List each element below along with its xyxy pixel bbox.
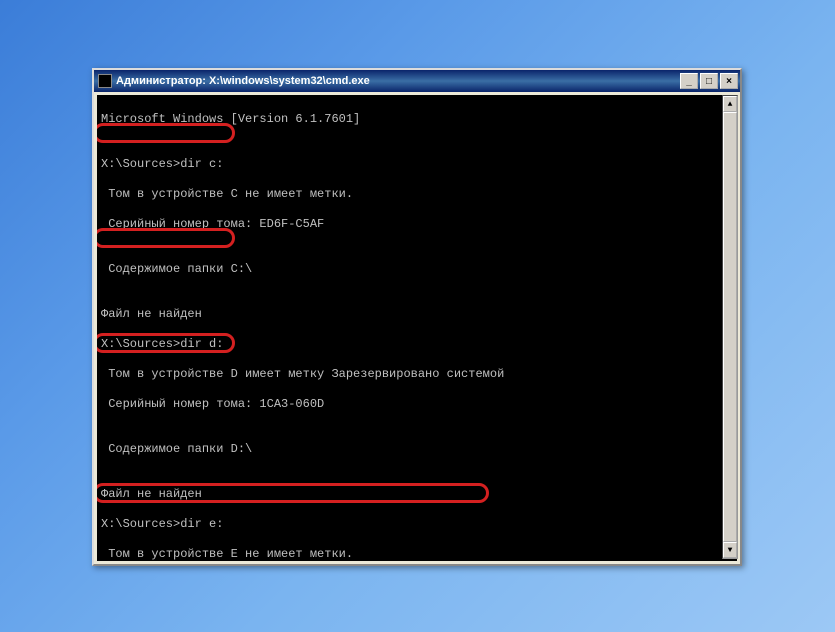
- close-button[interactable]: ×: [720, 73, 738, 89]
- notfound-d: Файл не найден: [101, 487, 733, 502]
- vol-d-line: Том в устройстве D имеет метку Зарезерви…: [101, 367, 733, 382]
- terminal-output[interactable]: Microsoft Windows [Version 6.1.7601] X:\…: [97, 95, 737, 561]
- cmd-icon: [98, 74, 112, 88]
- prompt-dir-d: X:\Sources>dir d:: [101, 337, 733, 352]
- vol-e-line: Том в устройстве E не имеет метки.: [101, 547, 733, 561]
- prompt-dir-c: X:\Sources>dir c:: [101, 157, 733, 172]
- scroll-up-button[interactable]: ▲: [723, 96, 737, 112]
- vol-c-line: Том в устройстве C не имеет метки.: [101, 187, 733, 202]
- version-line: Microsoft Windows [Version 6.1.7601]: [101, 112, 733, 127]
- vertical-scrollbar[interactable]: ▲ ▼: [722, 95, 738, 559]
- cmd-window: Администратор: X:\windows\system32\cmd.e…: [92, 68, 742, 566]
- content-d-line: Содержимое папки D:\: [101, 442, 733, 457]
- notfound-c: Файл не найден: [101, 307, 733, 322]
- prompt-dir-e: X:\Sources>dir e:: [101, 517, 733, 532]
- serial-c-line: Серийный номер тома: ED6F-C5AF: [101, 217, 733, 232]
- scroll-thumb[interactable]: [723, 112, 737, 542]
- scroll-down-button[interactable]: ▼: [723, 542, 737, 558]
- titlebar[interactable]: Администратор: X:\windows\system32\cmd.e…: [94, 70, 740, 92]
- serial-d-line: Серийный номер тома: 1CA3-060D: [101, 397, 733, 412]
- title-left: Администратор: X:\windows\system32\cmd.e…: [98, 74, 370, 88]
- content-c-line: Содержимое папки C:\: [101, 262, 733, 277]
- window-buttons: _ □ ×: [680, 73, 738, 89]
- minimize-button[interactable]: _: [680, 73, 698, 89]
- scroll-track[interactable]: [723, 112, 737, 542]
- window-title: Администратор: X:\windows\system32\cmd.e…: [116, 75, 370, 87]
- maximize-button[interactable]: □: [700, 73, 718, 89]
